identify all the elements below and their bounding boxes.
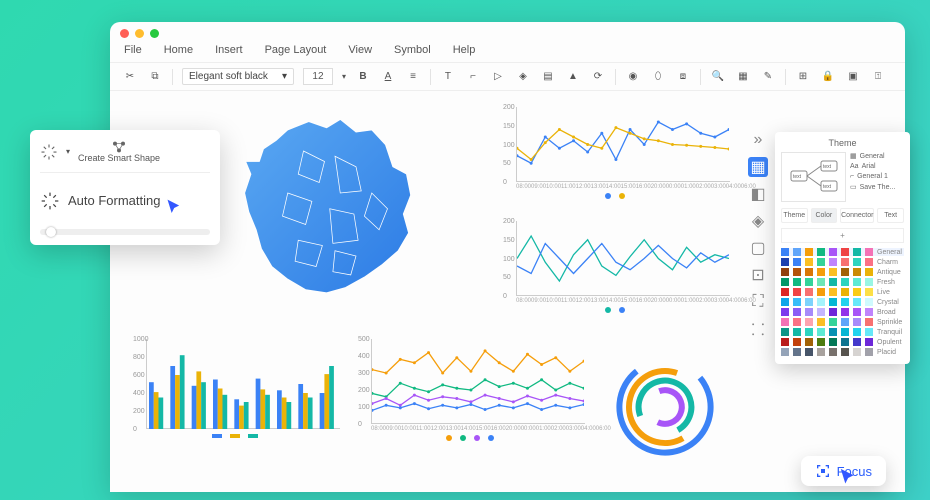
menu-home[interactable]: Home <box>164 44 193 56</box>
palette-general[interactable]: General <box>781 248 904 256</box>
pen-icon[interactable]: ✎ <box>760 69 776 85</box>
theme-tab-theme[interactable]: Theme <box>781 208 808 223</box>
theme-tab-connector[interactable]: Connector <box>840 208 874 223</box>
grid-icon[interactable]: ▦ <box>735 69 751 85</box>
preset-list: ▦General AaArial ⌐General 1 ▭Save The... <box>850 152 904 202</box>
page-icon[interactable]: ▢ <box>748 238 768 258</box>
chart-wave[interactable]: 05010015020008:0009:0010:0011:0012:0013:… <box>500 221 730 315</box>
menu-view[interactable]: View <box>348 44 372 56</box>
palette-sprinkle[interactable]: Sprinkle <box>781 318 904 326</box>
svg-text:text: text <box>823 184 832 190</box>
map-shape[interactable] <box>220 109 450 319</box>
palette-list: General Charm Antique Fresh Live Crystal Broad… <box>781 248 904 356</box>
chart-multi[interactable]: 010020030040050008:0009:0010:0011:0012:0… <box>355 339 585 443</box>
expand-icon[interactable]: ⛶ <box>748 292 768 312</box>
maximize-dot[interactable] <box>150 29 159 38</box>
minimize-dot[interactable] <box>135 29 144 38</box>
layer-icon[interactable]: ◈ <box>748 211 768 231</box>
close-dot[interactable] <box>120 29 129 38</box>
theme-preview[interactable]: text text text <box>781 152 846 202</box>
rotate-icon[interactable]: ⟳ <box>590 69 606 85</box>
copy-icon[interactable]: ⧉ <box>147 69 163 85</box>
menu-symbol[interactable]: Symbol <box>394 44 431 56</box>
menubar: File Home Insert Page Layout View Symbol… <box>110 44 905 63</box>
palette-placid[interactable]: Placid <box>781 348 904 356</box>
object-icon[interactable]: ⊡ <box>748 265 768 285</box>
add-palette-button[interactable]: + <box>781 228 904 243</box>
theme-tabs: ThemeColorConnectorText <box>781 208 904 223</box>
theme-tab-text[interactable]: Text <box>877 208 904 223</box>
sparkle-icon[interactable] <box>40 143 58 161</box>
shape-icon[interactable]: ▲ <box>565 69 581 85</box>
theme-title: Theme <box>781 138 904 148</box>
theme-panel: Theme text text text ▦General AaArial ⌐Gener… <box>775 132 910 364</box>
auto-format-popup: ▾ Create Smart Shape Auto Formatting <box>30 130 220 245</box>
palette-charm[interactable]: Charm <box>781 258 904 266</box>
auto-formatting-button[interactable]: Auto Formatting <box>40 183 210 219</box>
palette-opulent[interactable]: Opulent <box>781 338 904 346</box>
menu-help[interactable]: Help <box>453 44 476 56</box>
palette-antique[interactable]: Antique <box>781 268 904 276</box>
palette-live[interactable]: Live <box>781 288 904 296</box>
preset-0[interactable]: ▦General <box>850 152 904 160</box>
palette-crystal[interactable]: Crystal <box>781 298 904 306</box>
preset-2[interactable]: ⌐General 1 <box>850 173 904 180</box>
theme-tab-color[interactable]: Color <box>811 208 838 223</box>
group-icon[interactable]: ⊞ <box>795 69 811 85</box>
text-tool-icon[interactable]: T <box>440 69 456 85</box>
menu-page-layout[interactable]: Page Layout <box>265 44 327 56</box>
font-size[interactable]: 12 <box>303 68 333 85</box>
palette-tranquil[interactable]: Tranquil <box>781 328 904 336</box>
titlebar <box>110 22 905 44</box>
palette-fresh[interactable]: Fresh <box>781 278 904 286</box>
side-toolstrip: » ▦ ◧ ◈ ▢ ⊡ ⛶ ⸬ <box>746 130 770 339</box>
bold-icon[interactable]: B <box>355 69 371 85</box>
align-icon[interactable]: ▤ <box>540 69 556 85</box>
layers-icon[interactable]: ◈ <box>515 69 531 85</box>
lock-icon[interactable]: 🔒 <box>820 69 836 85</box>
grid-tool-icon[interactable]: ▦ <box>748 157 768 177</box>
style-icon[interactable]: ◧ <box>748 184 768 204</box>
preset-1[interactable]: AaArial <box>850 163 904 170</box>
handles-icon[interactable]: ⸬ <box>748 319 768 339</box>
chart-top-line[interactable]: 05010015020008:0009:0010:0011:0012:0013:… <box>500 107 730 201</box>
menu-insert[interactable]: Insert <box>215 44 243 56</box>
palette-broad[interactable]: Broad <box>781 308 904 316</box>
more-icon[interactable]: ▣ <box>845 69 861 85</box>
toolbar: ✂ ⧉ Elegant soft black▾ 12▾ B A ≡ T ⌐ ▷ … <box>110 63 905 91</box>
format-slider[interactable] <box>40 229 210 235</box>
connector-icon[interactable]: ⌐ <box>465 69 481 85</box>
search-icon[interactable]: 🔍 <box>710 69 726 85</box>
chart-bars[interactable]: 02004006008001000 <box>130 339 340 440</box>
menu-file[interactable]: File <box>124 44 142 56</box>
pointer-icon[interactable]: ▷ <box>490 69 506 85</box>
collapse-icon[interactable]: » <box>748 130 768 150</box>
chart-rings[interactable] <box>600 341 730 461</box>
line-icon[interactable]: ⬯ <box>650 69 666 85</box>
svg-text:text: text <box>793 174 802 180</box>
fill-icon[interactable]: ◉ <box>625 69 641 85</box>
svg-text:text: text <box>823 164 832 170</box>
preset-3[interactable]: ▭Save The... <box>850 183 904 191</box>
font-color-icon[interactable]: A <box>380 69 396 85</box>
highlight-icon[interactable]: ≡ <box>405 69 421 85</box>
focus-button[interactable]: Focus <box>801 456 886 486</box>
crop-icon[interactable]: ⧈ <box>675 69 691 85</box>
cut-icon[interactable]: ✂ <box>122 69 138 85</box>
create-smart-shape-button[interactable]: Create Smart Shape <box>78 140 160 164</box>
font-select[interactable]: Elegant soft black▾ <box>182 68 294 85</box>
export-icon[interactable]: ⍐ <box>870 69 886 85</box>
